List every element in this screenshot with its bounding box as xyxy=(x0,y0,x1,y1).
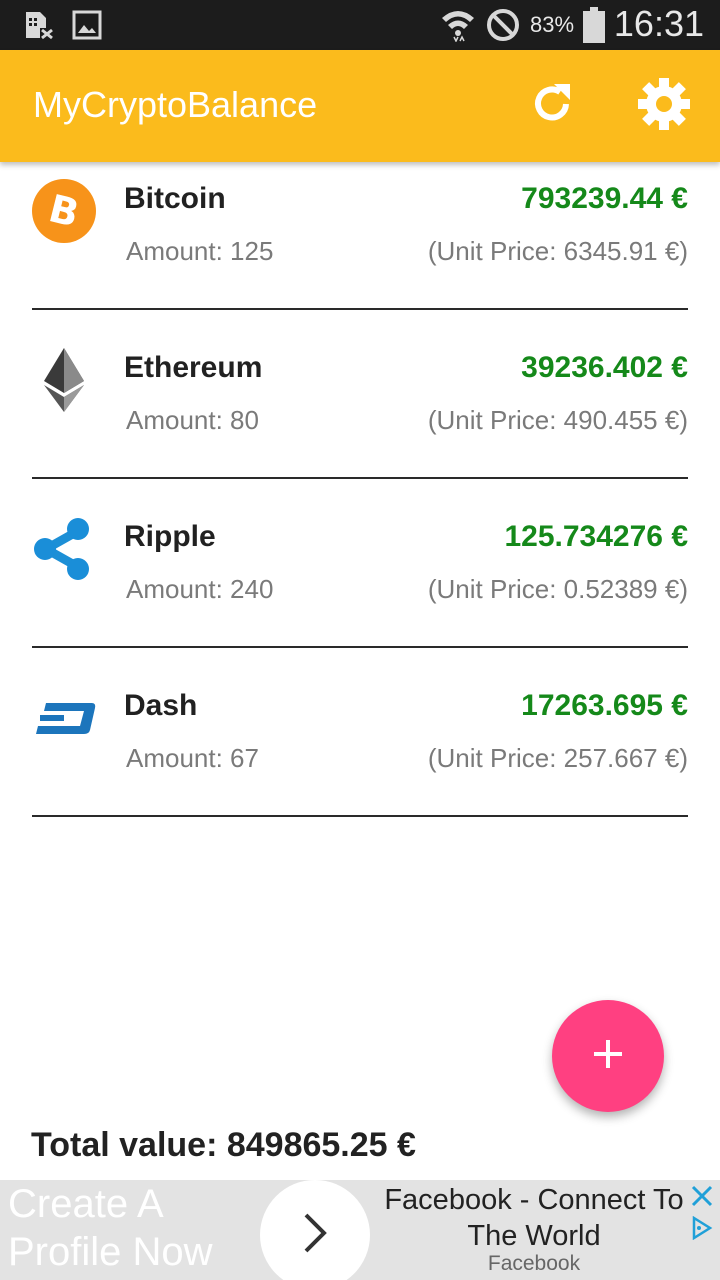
status-bar: 83% 16:31 xyxy=(0,0,720,50)
coin-name: Ripple xyxy=(124,520,216,553)
ad-close-icon[interactable] xyxy=(690,1184,714,1208)
row-divider xyxy=(32,646,688,648)
refresh-button[interactable] xyxy=(524,78,580,134)
ad-title: Facebook - Connect To The World xyxy=(384,1184,684,1252)
row-divider xyxy=(32,477,688,479)
refresh-icon xyxy=(528,80,576,133)
coin-name: Ethereum xyxy=(124,351,263,384)
wifi-icon xyxy=(440,6,476,47)
coin-unit-price: (Unit Price: 257.667 €) xyxy=(427,743,688,773)
adchoices-icon[interactable] xyxy=(690,1215,714,1241)
coin-name: Bitcoin xyxy=(124,182,226,215)
plus-icon xyxy=(591,1037,625,1076)
coin-unit-price: (Unit Price: 6345.91 €) xyxy=(427,236,688,266)
ad-left-text: Create A Profile Now xyxy=(8,1182,213,1274)
settings-button[interactable] xyxy=(636,77,692,136)
coin-amount: Amount: 240 xyxy=(126,574,274,604)
battery-icon xyxy=(582,7,606,48)
coin-row-bitcoin[interactable]: B Bitcoin Amount: 125 793239.44 € (Unit … xyxy=(0,142,720,310)
row-divider xyxy=(32,308,688,310)
ad-brand: Facebook xyxy=(487,1252,581,1275)
coin-unit-price: (Unit Price: 0.52389 €) xyxy=(427,574,688,604)
coin-value: 39236.402 € xyxy=(521,351,688,384)
ad-open-button[interactable] xyxy=(260,1180,370,1280)
coin-amount: Amount: 67 xyxy=(126,743,259,773)
ad-banner[interactable]: Create A Profile Now Facebook - Connect … xyxy=(0,1180,720,1280)
coin-unit-price: (Unit Price: 490.455 €) xyxy=(427,405,688,435)
do-not-disturb-icon xyxy=(486,8,520,47)
dash-icon xyxy=(32,686,96,750)
coin-amount: Amount: 125 xyxy=(126,236,274,266)
coin-amount: Amount: 80 xyxy=(126,405,259,435)
settings-gear-icon xyxy=(637,77,691,136)
coin-value: 793239.44 € xyxy=(521,182,688,215)
coin-value: 17263.695 € xyxy=(521,689,688,722)
row-divider xyxy=(32,815,688,817)
ripple-icon xyxy=(32,517,96,581)
chevron-right-icon xyxy=(300,1211,330,1260)
coin-row-ripple[interactable]: Ripple Amount: 240 125.734276 € (Unit Pr… xyxy=(0,480,720,648)
coin-row-dash[interactable]: Dash Amount: 67 17263.695 € (Unit Price:… xyxy=(0,649,720,817)
total-value: Total value: 849865.25 € xyxy=(31,1126,416,1164)
app-title: MyCryptoBalance xyxy=(33,84,318,125)
image-icon xyxy=(72,10,102,45)
coin-value: 125.734276 € xyxy=(504,520,688,553)
sim-error-icon xyxy=(22,10,56,45)
clock: 16:31 xyxy=(613,3,704,44)
battery-percent: 83% xyxy=(530,12,575,37)
bitcoin-icon: B xyxy=(32,179,96,243)
add-coin-button[interactable] xyxy=(552,1000,664,1112)
coin-row-ethereum[interactable]: Ethereum Amount: 80 39236.402 € (Unit Pr… xyxy=(0,311,720,479)
coin-name: Dash xyxy=(124,689,198,722)
ethereum-icon xyxy=(32,348,96,412)
